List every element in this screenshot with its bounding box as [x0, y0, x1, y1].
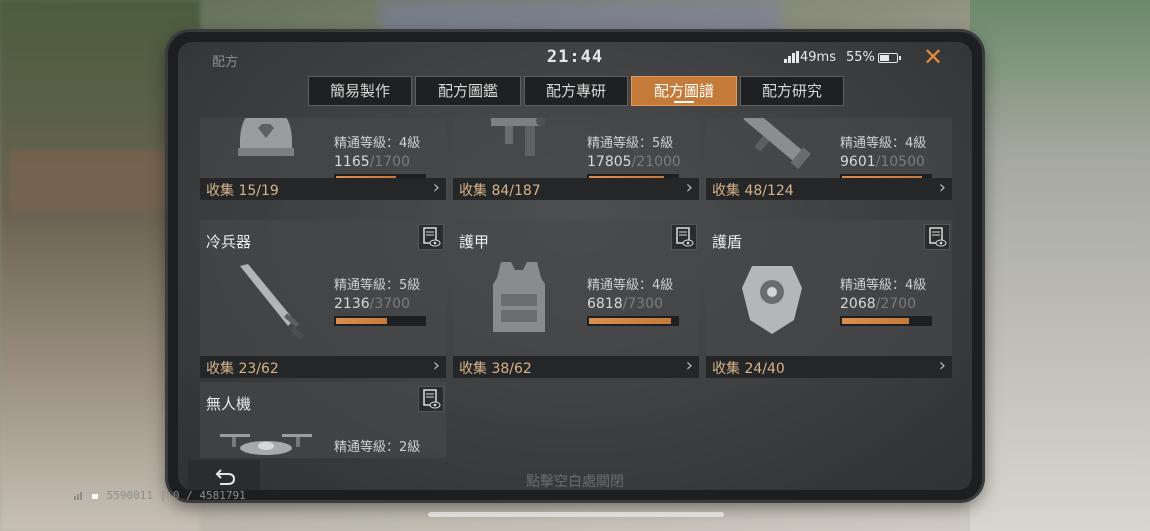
debug-text: 5590011 | 0 / 4581791: [106, 489, 246, 502]
collect-count: 收集 24/40: [712, 361, 785, 377]
signal-icon: [784, 51, 799, 63]
close-icon[interactable]: ✕: [920, 44, 946, 70]
collect-count: 收集 15/19: [206, 183, 279, 199]
mastery-progress: 9601/10500: [840, 154, 925, 170]
sword-icon: [218, 254, 314, 344]
recipe-card-helmet[interactable]: 精通等級：4級 1165/1700 收集 15/19 ›: [200, 118, 446, 200]
drone-icon: [218, 422, 314, 458]
preview-list-icon[interactable]: [924, 224, 950, 250]
recipe-card-armor[interactable]: 護甲 精通等級：4級 6818/7300 收集 38/62 ›: [453, 220, 699, 378]
tab-bar: 簡易製作 配方圖鑑 配方專研 配方圖譜 配方研究: [308, 76, 844, 106]
mastery-level: 精通等級：4級: [840, 278, 927, 293]
mastery-progress: 1165/1700: [334, 154, 410, 170]
recipe-grid: 精通等級：4級 1165/1700 收集 15/19 › 精通等級：5級 1780…: [200, 118, 960, 458]
recipe-card-launcher[interactable]: 精通等級：4級 9601/10500 收集 48/124 ›: [706, 118, 952, 200]
category-name: 無人機: [206, 395, 252, 413]
chevron-right-icon: ›: [685, 177, 693, 198]
tab-recipe-catalog[interactable]: 配方圖鑑: [415, 76, 521, 106]
collect-count: 收集 23/62: [206, 361, 279, 377]
ping-text: 49ms: [800, 50, 836, 65]
mastery-level: 精通等級：4級: [840, 136, 927, 151]
chevron-right-icon: ›: [938, 177, 946, 198]
status-bar: 配方 21:44 49ms 55% ✕: [178, 42, 972, 76]
category-name: 護盾: [712, 233, 743, 251]
mastery-bar: [587, 316, 679, 326]
mastery-bar: [840, 316, 932, 326]
recipe-card-drone[interactable]: 無人機 精通等級：2級: [200, 382, 446, 458]
category-name: 護甲: [459, 233, 490, 251]
debug-overlay: 5590011 | 0 / 4581791: [74, 489, 246, 503]
home-indicator[interactable]: [428, 512, 724, 517]
background-blur-right: [970, 0, 1150, 531]
battery-percent: 55%: [846, 50, 875, 65]
collect-count: 收集 48/124: [712, 183, 794, 199]
chevron-right-icon: ›: [432, 355, 440, 376]
mastery-level: 精通等級：5級: [334, 278, 421, 293]
collect-row[interactable]: 收集 23/62 ›: [200, 355, 446, 378]
collect-row[interactable]: 收集 48/124 ›: [706, 177, 952, 200]
mastery-bar: [334, 316, 426, 326]
collect-row[interactable]: 收集 38/62 ›: [453, 355, 699, 378]
tab-recipe-specialize[interactable]: 配方專研: [524, 76, 628, 106]
collect-row[interactable]: 收集 24/40 ›: [706, 355, 952, 378]
close-hint: 點擊空白處關閉: [526, 474, 624, 490]
tab-simple-craft[interactable]: 簡易製作: [308, 76, 412, 106]
mastery-progress: 2136/3700: [334, 296, 410, 312]
tablet-device: 配方 21:44 49ms 55% ✕ 簡易製作 配方圖鑑 配方專研 配方圖譜 …: [168, 32, 982, 500]
collect-row[interactable]: 收集 84/187 ›: [453, 177, 699, 200]
body-armor-icon: [471, 254, 567, 344]
mastery-progress: 2068/2700: [840, 296, 916, 312]
tablet-screen: 配方 21:44 49ms 55% ✕ 簡易製作 配方圖鑑 配方專研 配方圖譜 …: [178, 42, 972, 490]
debug-signal-icon: [74, 490, 100, 503]
shield-armor-icon: [724, 254, 820, 344]
mastery-level: 精通等級：5級: [587, 136, 674, 151]
recipe-card-shield[interactable]: 護盾 精通等級：4級 2068/2700 收集 24/40 ›: [706, 220, 952, 378]
mastery-level: 精通等級：4級: [334, 136, 421, 151]
preview-list-icon[interactable]: [418, 386, 444, 412]
battery-icon: [878, 53, 901, 63]
tab-recipe-research[interactable]: 配方研究: [740, 76, 844, 106]
recipe-card-melee[interactable]: 冷兵器 精通等級：5級 2136/3700 收集 23/62 ›: [200, 220, 446, 378]
collect-count: 收集 38/62: [459, 361, 532, 377]
category-name: 冷兵器: [206, 233, 252, 251]
mastery-level: 精通等級：4級: [587, 278, 674, 293]
chevron-right-icon: ›: [685, 355, 693, 376]
mastery-level: 精通等級：2級: [334, 440, 421, 455]
collect-row[interactable]: 收集 15/19 ›: [200, 177, 446, 200]
tab-recipe-atlas[interactable]: 配方圖譜: [631, 76, 737, 106]
chevron-right-icon: ›: [432, 177, 440, 198]
recipe-card-smg[interactable]: 精通等級：5級 17805/21000 收集 84/187 ›: [453, 118, 699, 200]
preview-list-icon[interactable]: [418, 224, 444, 250]
chevron-right-icon: ›: [938, 355, 946, 376]
preview-list-icon[interactable]: [671, 224, 697, 250]
mastery-progress: 17805/21000: [587, 154, 681, 170]
mastery-progress: 6818/7300: [587, 296, 663, 312]
collect-count: 收集 84/187: [459, 183, 541, 199]
